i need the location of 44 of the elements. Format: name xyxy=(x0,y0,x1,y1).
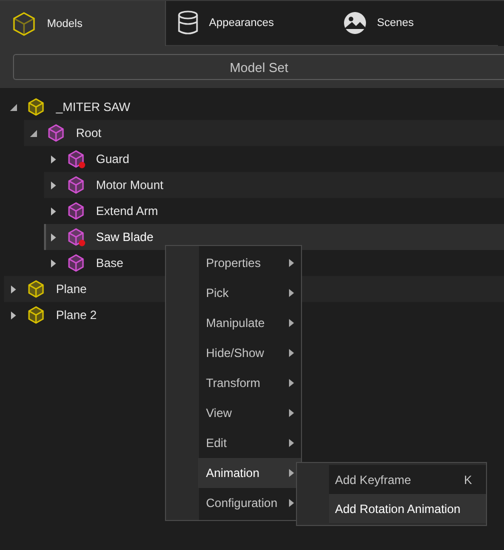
tree-item-label[interactable]: Base xyxy=(96,256,124,270)
tree-item-label[interactable]: Extend Arm xyxy=(96,204,158,218)
menu-item[interactable]: Animation xyxy=(198,458,301,488)
tree-item-label[interactable]: Plane 2 xyxy=(56,308,97,322)
submenu-arrow-icon xyxy=(289,259,294,267)
collapsed-arrow-icon[interactable] xyxy=(50,258,58,268)
submenu-arrow-icon xyxy=(289,439,294,447)
tab[interactable]: Models xyxy=(0,1,166,46)
submenu-arrow-icon xyxy=(289,379,294,387)
menu-item[interactable]: Manipulate xyxy=(198,308,301,338)
submenu-arrow-icon xyxy=(289,499,294,507)
submenu-arrow-icon xyxy=(289,289,294,297)
expanded-arrow-icon[interactable] xyxy=(10,102,18,112)
submenu-arrow-icon xyxy=(289,469,294,477)
collapsed-arrow-icon[interactable] xyxy=(10,284,18,294)
image-icon xyxy=(343,11,367,35)
collapsed-arrow-icon[interactable] xyxy=(50,154,58,164)
menu-item[interactable]: Configuration xyxy=(198,488,301,518)
tree-item-label[interactable]: Motor Mount xyxy=(96,178,164,192)
tree-item-label[interactable]: _MITER SAW xyxy=(56,100,130,114)
tree-item-label[interactable]: Guard xyxy=(96,152,130,166)
menu-item[interactable]: View xyxy=(198,398,301,428)
collapsed-arrow-icon[interactable] xyxy=(50,180,58,190)
cube-icon xyxy=(11,10,37,36)
menu-item[interactable]: Edit xyxy=(198,428,301,458)
tree-item-label[interactable]: Plane xyxy=(56,282,87,296)
collapsed-arrow-icon[interactable] xyxy=(50,232,58,242)
model-set-button[interactable]: Model Set xyxy=(13,54,504,80)
menu-item[interactable]: Hide/Show xyxy=(198,338,301,368)
tree-item-label[interactable]: Saw Blade xyxy=(96,230,154,244)
submenu-arrow-icon xyxy=(289,409,294,417)
menu-item[interactable]: Add Rotation Animation xyxy=(329,494,486,523)
expanded-arrow-icon[interactable] xyxy=(30,128,38,138)
submenu-arrow-icon xyxy=(289,319,294,327)
menu-item[interactable]: Properties xyxy=(198,248,301,278)
menu-item[interactable]: Add Keyframe K xyxy=(329,465,486,494)
tree-item-label[interactable]: Root xyxy=(76,126,102,140)
menu-item[interactable]: Pick xyxy=(198,278,301,308)
menu-item[interactable]: Transform xyxy=(198,368,301,398)
submenu-arrow-icon xyxy=(289,349,294,357)
bucket-icon xyxy=(177,10,199,36)
collapsed-arrow-icon[interactable] xyxy=(50,206,58,216)
collapsed-arrow-icon[interactable] xyxy=(10,310,18,320)
shortcut-key: K xyxy=(464,472,472,486)
